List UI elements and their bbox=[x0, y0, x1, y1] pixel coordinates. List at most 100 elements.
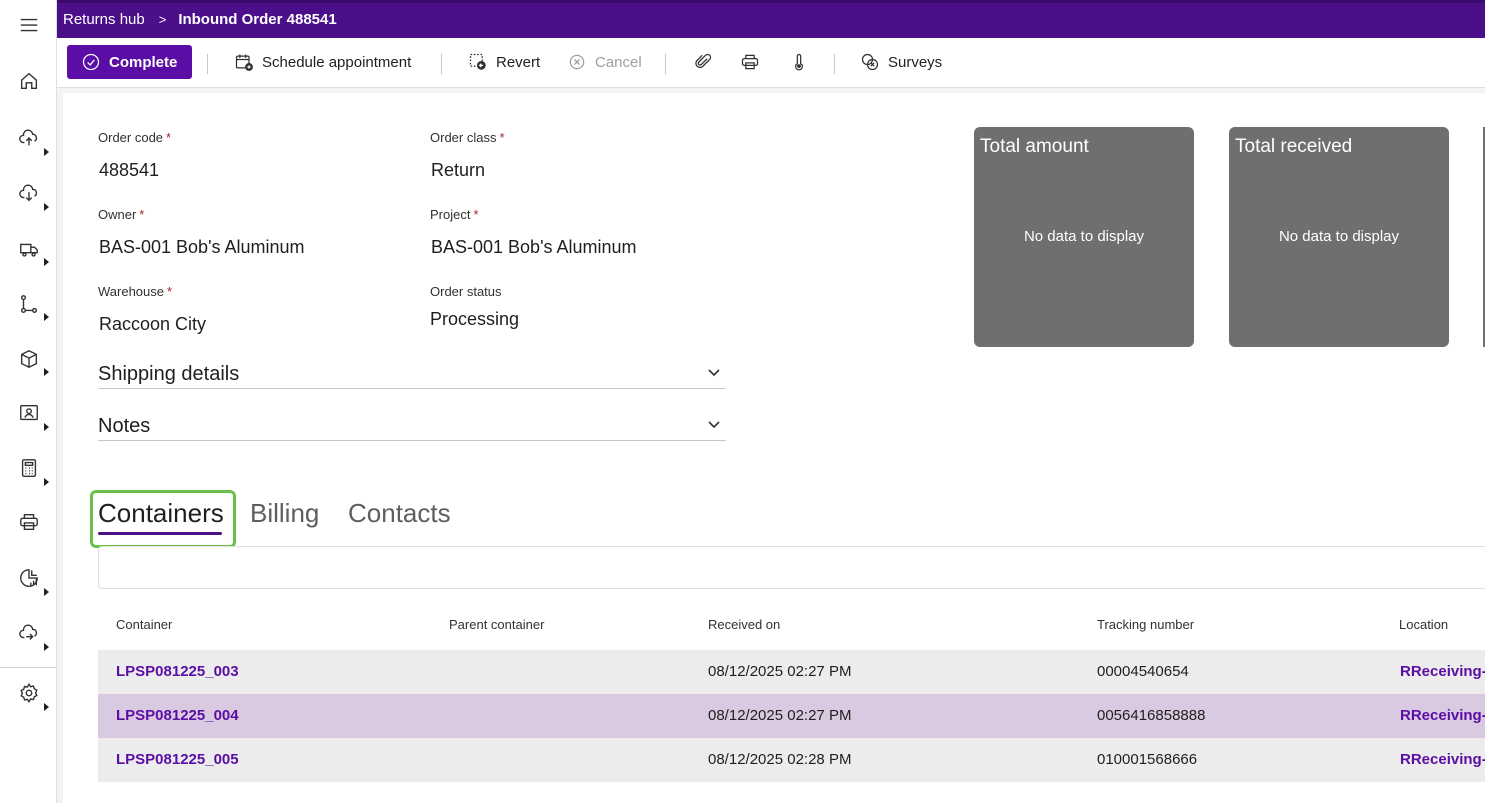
workflow-caret bbox=[44, 313, 49, 321]
total-amount-tile: Total amount No data to display bbox=[974, 127, 1194, 347]
required-mark: * bbox=[473, 207, 479, 222]
received-on-cell: 08/12/2025 02:27 PM bbox=[708, 663, 852, 680]
schedule-appointment-label: Schedule appointment bbox=[262, 53, 412, 71]
toolbar-divider bbox=[665, 54, 666, 74]
location-link[interactable]: RReceiving- bbox=[1400, 707, 1485, 724]
tracking-number-cell: 0056416858888 bbox=[1097, 707, 1206, 724]
grid-filter-bar[interactable] bbox=[98, 546, 1485, 589]
order-status-value: Processing bbox=[430, 309, 520, 329]
breadcrumb-separator-icon: > bbox=[158, 11, 167, 27]
settings-caret bbox=[44, 703, 49, 711]
printer-icon bbox=[741, 54, 759, 70]
owner-value: BAS-001 Bob's Aluminum bbox=[99, 237, 305, 257]
truck-caret bbox=[44, 258, 49, 266]
container-link[interactable]: LPSP081225_005 bbox=[116, 751, 239, 768]
table-row[interactable]: LPSP081225_004 08/12/2025 02:27 PM 00564… bbox=[98, 694, 1485, 738]
surveys-label: Surveys bbox=[888, 53, 943, 71]
attach-button[interactable] bbox=[693, 45, 713, 79]
required-mark: * bbox=[499, 130, 505, 145]
left-rail bbox=[0, 0, 57, 803]
complete-button[interactable]: Complete bbox=[67, 45, 192, 79]
active-tab-underline bbox=[98, 532, 222, 535]
cancel-label: Cancel bbox=[595, 53, 642, 71]
order-class-value: Return bbox=[431, 160, 486, 180]
warehouse-value: Raccoon City bbox=[99, 314, 207, 334]
breadcrumb-parent[interactable]: Returns hub bbox=[63, 11, 145, 28]
location-link[interactable]: RReceiving- bbox=[1400, 663, 1485, 680]
check-circle-icon bbox=[82, 53, 100, 71]
revert-button[interactable]: Revert bbox=[468, 45, 540, 79]
calculator-caret bbox=[44, 478, 49, 486]
warehouse-label: Warehouse * bbox=[98, 284, 173, 299]
toolbar-divider bbox=[441, 54, 442, 74]
home-icon[interactable] bbox=[8, 61, 50, 101]
printer-icon[interactable] bbox=[8, 502, 50, 542]
paperclip-icon bbox=[695, 53, 712, 69]
container-link[interactable]: LPSP081225_003 bbox=[116, 663, 239, 680]
notes-title: Notes bbox=[98, 415, 151, 437]
table-row[interactable]: LPSP081225_003 08/12/2025 02:27 PM 00004… bbox=[98, 650, 1485, 694]
tile-empty-message: No data to display bbox=[1023, 228, 1145, 245]
contact-card-caret bbox=[44, 423, 49, 431]
revert-icon bbox=[469, 53, 486, 70]
schedule-appointment-button[interactable]: Schedule appointment bbox=[234, 45, 411, 79]
rail-divider bbox=[0, 667, 57, 668]
toolbar-divider bbox=[834, 54, 835, 74]
shipping-details-title: Shipping details bbox=[98, 363, 240, 385]
report-chart-caret bbox=[44, 588, 49, 596]
cancel-button[interactable]: Cancel bbox=[567, 45, 642, 79]
temperature-button[interactable] bbox=[789, 45, 809, 79]
hamburger-menu-icon[interactable] bbox=[8, 5, 50, 45]
column-header-received-on[interactable]: Received on bbox=[708, 617, 780, 632]
revert-label: Revert bbox=[496, 53, 541, 71]
table-row[interactable]: LPSP081225_005 08/12/2025 02:28 PM 01000… bbox=[98, 738, 1485, 782]
tile-empty-message: No data to display bbox=[1278, 228, 1400, 245]
total-received-tile: Total received No data to display bbox=[1229, 127, 1449, 347]
notes-section[interactable]: Notes bbox=[98, 411, 726, 441]
package-caret bbox=[44, 368, 49, 376]
thermometer-icon bbox=[795, 53, 803, 71]
breadcrumb-current: Inbound Order 488541 bbox=[178, 10, 337, 28]
toolbar-divider bbox=[207, 54, 208, 74]
order-code-value: 488541 bbox=[99, 160, 160, 180]
required-mark: * bbox=[167, 284, 173, 299]
required-mark: * bbox=[139, 207, 145, 222]
tracking-number-cell: 00004540654 bbox=[1097, 663, 1189, 680]
order-status-label: Order status bbox=[430, 284, 502, 299]
location-link[interactable]: RReceiving- bbox=[1400, 751, 1485, 768]
surveys-icon bbox=[861, 53, 879, 71]
command-bar: Complete Schedule appointment Revert Can… bbox=[57, 38, 1485, 88]
order-class-label: Order class * bbox=[430, 130, 505, 145]
cloud-download-caret bbox=[44, 203, 49, 211]
received-on-cell: 08/12/2025 02:28 PM bbox=[708, 751, 852, 768]
project-value: BAS-001 Bob's Aluminum bbox=[431, 237, 637, 257]
container-link[interactable]: LPSP081225_004 bbox=[116, 707, 239, 724]
tab-contacts[interactable]: Contacts bbox=[348, 498, 451, 529]
complete-label: Complete bbox=[109, 53, 178, 71]
surveys-button[interactable]: Surveys bbox=[860, 45, 942, 79]
order-detail-card: Order code * 488541 Order class * Return O… bbox=[63, 93, 1485, 803]
owner-label: Owner * bbox=[98, 207, 145, 222]
required-mark: * bbox=[166, 130, 172, 145]
tile-title: Total amount bbox=[980, 136, 1089, 157]
chevron-down-icon bbox=[707, 417, 721, 431]
shipping-details-section[interactable]: Shipping details bbox=[98, 359, 726, 389]
received-on-cell: 08/12/2025 02:27 PM bbox=[708, 707, 852, 724]
tile-title: Total received bbox=[1235, 136, 1353, 157]
column-header-parent-container[interactable]: Parent container bbox=[449, 617, 544, 632]
cancel-circle-icon bbox=[569, 54, 585, 70]
app-root: Returns hub > Inbound Order 488541 Compl… bbox=[0, 0, 1485, 803]
tab-billing[interactable]: Billing bbox=[250, 498, 319, 529]
cloud-sync-caret bbox=[44, 643, 49, 651]
project-label: Project * bbox=[430, 207, 479, 222]
column-header-container[interactable]: Container bbox=[116, 617, 172, 632]
chevron-down-icon bbox=[707, 365, 721, 379]
calendar-add-icon bbox=[235, 54, 253, 71]
top-bar: Returns hub > Inbound Order 488541 bbox=[57, 0, 1485, 38]
print-button[interactable] bbox=[740, 45, 760, 79]
column-header-tracking-number[interactable]: Tracking number bbox=[1097, 617, 1194, 632]
tracking-number-cell: 010001568666 bbox=[1097, 751, 1198, 768]
order-code-label: Order code * bbox=[98, 130, 172, 145]
column-header-location[interactable]: Location bbox=[1399, 617, 1448, 632]
tab-containers[interactable]: Containers bbox=[98, 498, 224, 529]
